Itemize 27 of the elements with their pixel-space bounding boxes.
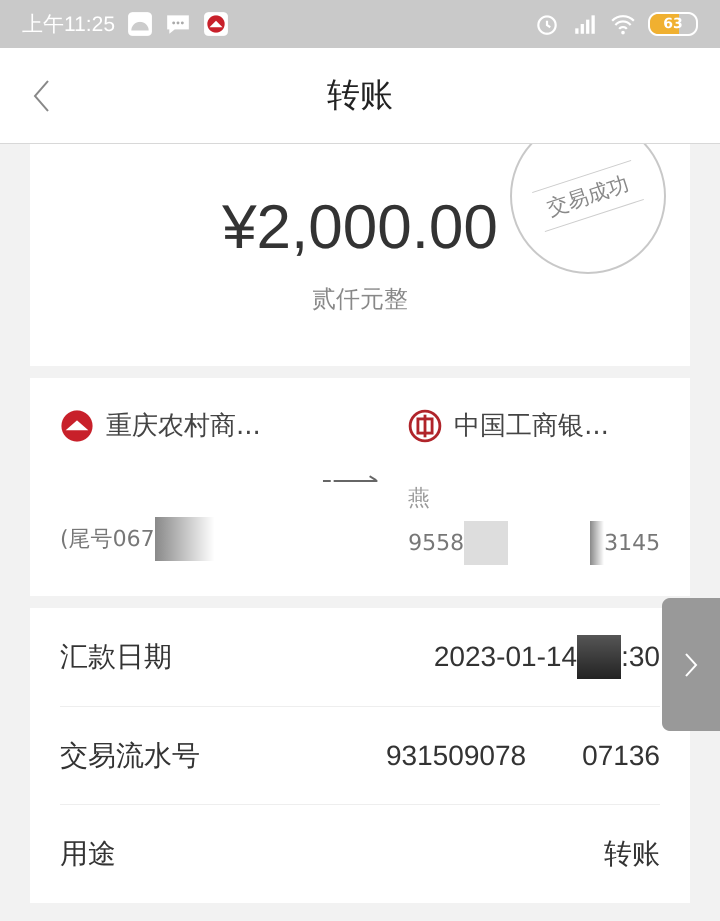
recipient-bank: 中国工商银... <box>454 410 609 443</box>
detail-label: 用途 <box>60 836 116 872</box>
recipient-account-start: 9558 <box>408 530 464 556</box>
redaction-mask <box>464 521 508 565</box>
redaction-mask <box>577 634 622 679</box>
gauge-app-icon <box>127 11 153 37</box>
amount-value: ¥2,000.00 <box>222 192 498 263</box>
detail-value: 931509078 <box>386 740 526 772</box>
detail-value: 2023-01-14 <box>434 640 578 673</box>
sender-account: (尾号067 <box>60 526 155 554</box>
sender-bank: 重庆农村商... <box>106 410 261 443</box>
bank-app-icon <box>203 11 229 37</box>
success-stamp: 交易成功 <box>510 144 666 274</box>
detail-value: 07136 <box>582 740 660 772</box>
bank-logo-icon <box>408 408 442 442</box>
bank-logo-icon <box>60 408 94 442</box>
amount-in-words: 贰仟元整 <box>312 284 408 315</box>
chevron-right-icon <box>684 652 698 678</box>
redaction-mask <box>154 517 215 561</box>
detail-label: 交易流水号 <box>60 738 200 774</box>
detail-value: :30 <box>621 640 660 673</box>
recipient-name: 燕 <box>408 485 430 513</box>
recipient-account-end: 3145 <box>604 530 660 556</box>
redaction-mask <box>590 521 604 565</box>
page-title: 转账 <box>327 74 393 116</box>
detail-label: 汇款日期 <box>60 638 172 675</box>
detail-value: 转账 <box>604 837 660 872</box>
